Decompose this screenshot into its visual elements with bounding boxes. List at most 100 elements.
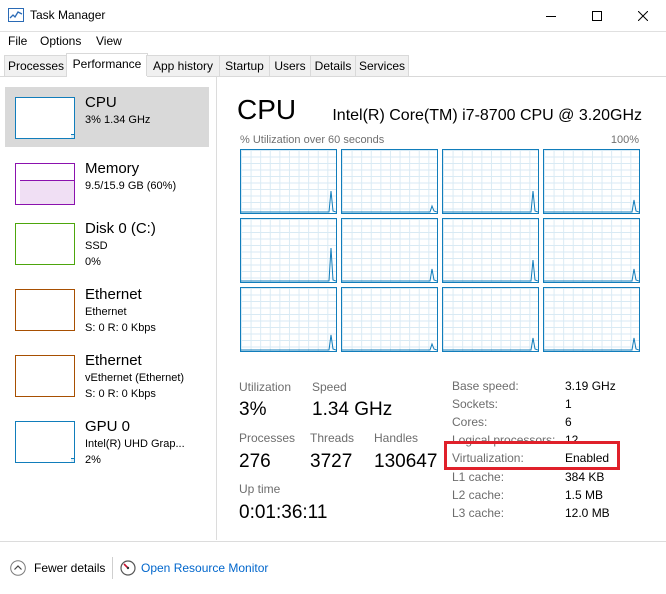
l2-cache-value: 1.5 MB [565, 488, 604, 502]
logical-processor-graph [442, 287, 539, 352]
tab-app-history[interactable]: App history [146, 55, 220, 76]
cores-label: Cores: [452, 415, 488, 429]
open-resource-monitor-link[interactable]: Open Resource Monitor [141, 561, 268, 575]
threads-label: Threads [310, 431, 355, 445]
sidebar-item-detail: Intel(R) UHD Grap... [85, 438, 185, 450]
menu-file[interactable]: File [8, 34, 27, 48]
tab-performance[interactable]: Performance [66, 53, 148, 77]
utilization-line [342, 204, 437, 213]
graph-caption: % Utilization over 60 seconds [240, 134, 385, 146]
sidebar-item-detail-2: S: 0 R: 0 Kbps [85, 322, 156, 334]
l1-cache-value: 384 KB [565, 470, 605, 484]
l2-cache-label: L2 cache: [452, 488, 505, 502]
tab-startup[interactable]: Startup [219, 55, 270, 76]
maximize-icon [592, 10, 602, 21]
thumbnail-fill [71, 458, 74, 462]
sidebar-item-cpu[interactable]: CPU 3% 1.34 GHz [5, 87, 209, 147]
cpu-detail-panel: CPU Intel(R) Core(TM) i7-8700 CPU @ 3.20… [217, 77, 666, 540]
sidebar-item-disk[interactable]: Disk 0 (C:) SSD 0% [5, 213, 209, 273]
window-title: Task Manager [30, 8, 106, 22]
sidebar-item-memory[interactable]: Memory 9.5/15.9 GB (60%) [5, 153, 209, 213]
cores-value: 6 [565, 415, 572, 429]
maximize-button[interactable] [574, 0, 620, 31]
disk-thumbnail-graph [15, 223, 75, 265]
menu-bar: File Options View [0, 31, 666, 51]
close-button[interactable] [620, 0, 666, 31]
virtualization-highlight-box [444, 441, 620, 470]
gpu-thumbnail-graph [15, 421, 75, 463]
sidebar-item-detail: SSD [85, 240, 108, 252]
minimize-icon [546, 15, 556, 17]
cpu-model-name: Intel(R) Core(TM) i7-8700 CPU @ 3.20GHz [332, 107, 642, 124]
resource-sidebar: CPU 3% 1.34 GHz Memory 9.5/15.9 GB (60%)… [0, 77, 217, 540]
menu-view[interactable]: View [96, 34, 122, 48]
bottom-bar: Fewer details Open Resource Monitor [0, 541, 666, 594]
utilization-line [544, 268, 639, 282]
vethernet-thumbnail-graph [15, 355, 75, 397]
logical-processor-graph [442, 218, 539, 283]
sidebar-item-vethernet[interactable]: Ethernet vEthernet (Ethernet) S: 0 R: 0 … [5, 345, 209, 405]
title-bar: Task Manager [0, 0, 666, 32]
cpu-thumbnail-graph [15, 97, 75, 139]
thumbnail-fill [71, 134, 74, 138]
task-manager-icon [8, 8, 24, 22]
sidebar-item-detail-2: 2% [85, 454, 101, 466]
thumbnail-fill [20, 180, 74, 204]
tab-strip: Processes Performance App history Startu… [0, 53, 666, 77]
ethernet-thumbnail-graph [15, 289, 75, 331]
memory-thumbnail-graph [15, 163, 75, 205]
l3-cache-label: L3 cache: [452, 506, 505, 520]
sidebar-item-detail: Ethernet [85, 306, 127, 318]
fewer-details-button[interactable]: Fewer details [34, 561, 105, 575]
sidebar-item-detail-2: 0% [85, 256, 101, 268]
tab-details[interactable]: Details [310, 55, 356, 76]
graph-max-label: 100% [610, 134, 639, 146]
uptime-label: Up time [239, 482, 281, 496]
sidebar-item-name: Ethernet [85, 286, 142, 303]
processes-value: 276 [239, 451, 271, 472]
divider [112, 557, 113, 579]
speed-label: Speed [312, 380, 347, 394]
sidebar-item-name: Disk 0 (C:) [85, 220, 156, 237]
minimize-button[interactable] [528, 0, 574, 31]
logical-processor-graph [341, 218, 438, 283]
sidebar-item-gpu[interactable]: GPU 0 Intel(R) UHD Grap... 2% [5, 411, 209, 471]
chevron-up-icon[interactable] [10, 560, 26, 576]
menu-options[interactable]: Options [40, 34, 81, 48]
utilization-line [241, 334, 336, 351]
tab-users[interactable]: Users [269, 55, 311, 76]
utilization-line [342, 342, 437, 351]
handles-label: Handles [374, 431, 419, 445]
l3-cache-value: 12.0 MB [565, 506, 610, 520]
sockets-label: Sockets: [452, 397, 499, 411]
sidebar-item-ethernet[interactable]: Ethernet Ethernet S: 0 R: 0 Kbps [5, 279, 209, 339]
utilization-line [544, 337, 639, 351]
threads-value: 3727 [310, 451, 353, 472]
sidebar-item-detail: 9.5/15.9 GB (60%) [85, 180, 177, 192]
logical-processor-graph [240, 218, 337, 283]
handles-value: 130647 [374, 451, 438, 472]
sidebar-item-detail: vEthernet (Ethernet) [85, 372, 185, 384]
logical-processor-graph [240, 287, 337, 352]
processes-label: Processes [239, 431, 296, 445]
utilization-line [342, 268, 437, 282]
logical-processor-graph [240, 149, 337, 214]
tab-services[interactable]: Services [355, 55, 409, 76]
utilization-line [241, 247, 336, 282]
utilization-line [443, 259, 538, 282]
utilization-line [443, 190, 538, 213]
utilization-line [241, 190, 336, 213]
base-speed-label: Base speed: [452, 379, 519, 393]
logical-processor-graph [543, 218, 640, 283]
speed-value: 1.34 GHz [312, 399, 393, 420]
logical-processor-graph [341, 287, 438, 352]
sidebar-item-name: GPU 0 [85, 418, 131, 435]
sidebar-item-detail-2: S: 0 R: 0 Kbps [85, 388, 156, 400]
uptime-value: 0:01:36:11 [239, 502, 328, 523]
utilization-line [443, 337, 538, 351]
logical-processor-graph [341, 149, 438, 214]
sidebar-item-name: Ethernet [85, 352, 142, 369]
close-icon [638, 10, 648, 21]
base-speed-value: 3.19 GHz [565, 379, 616, 393]
tab-processes[interactable]: Processes [4, 55, 68, 76]
